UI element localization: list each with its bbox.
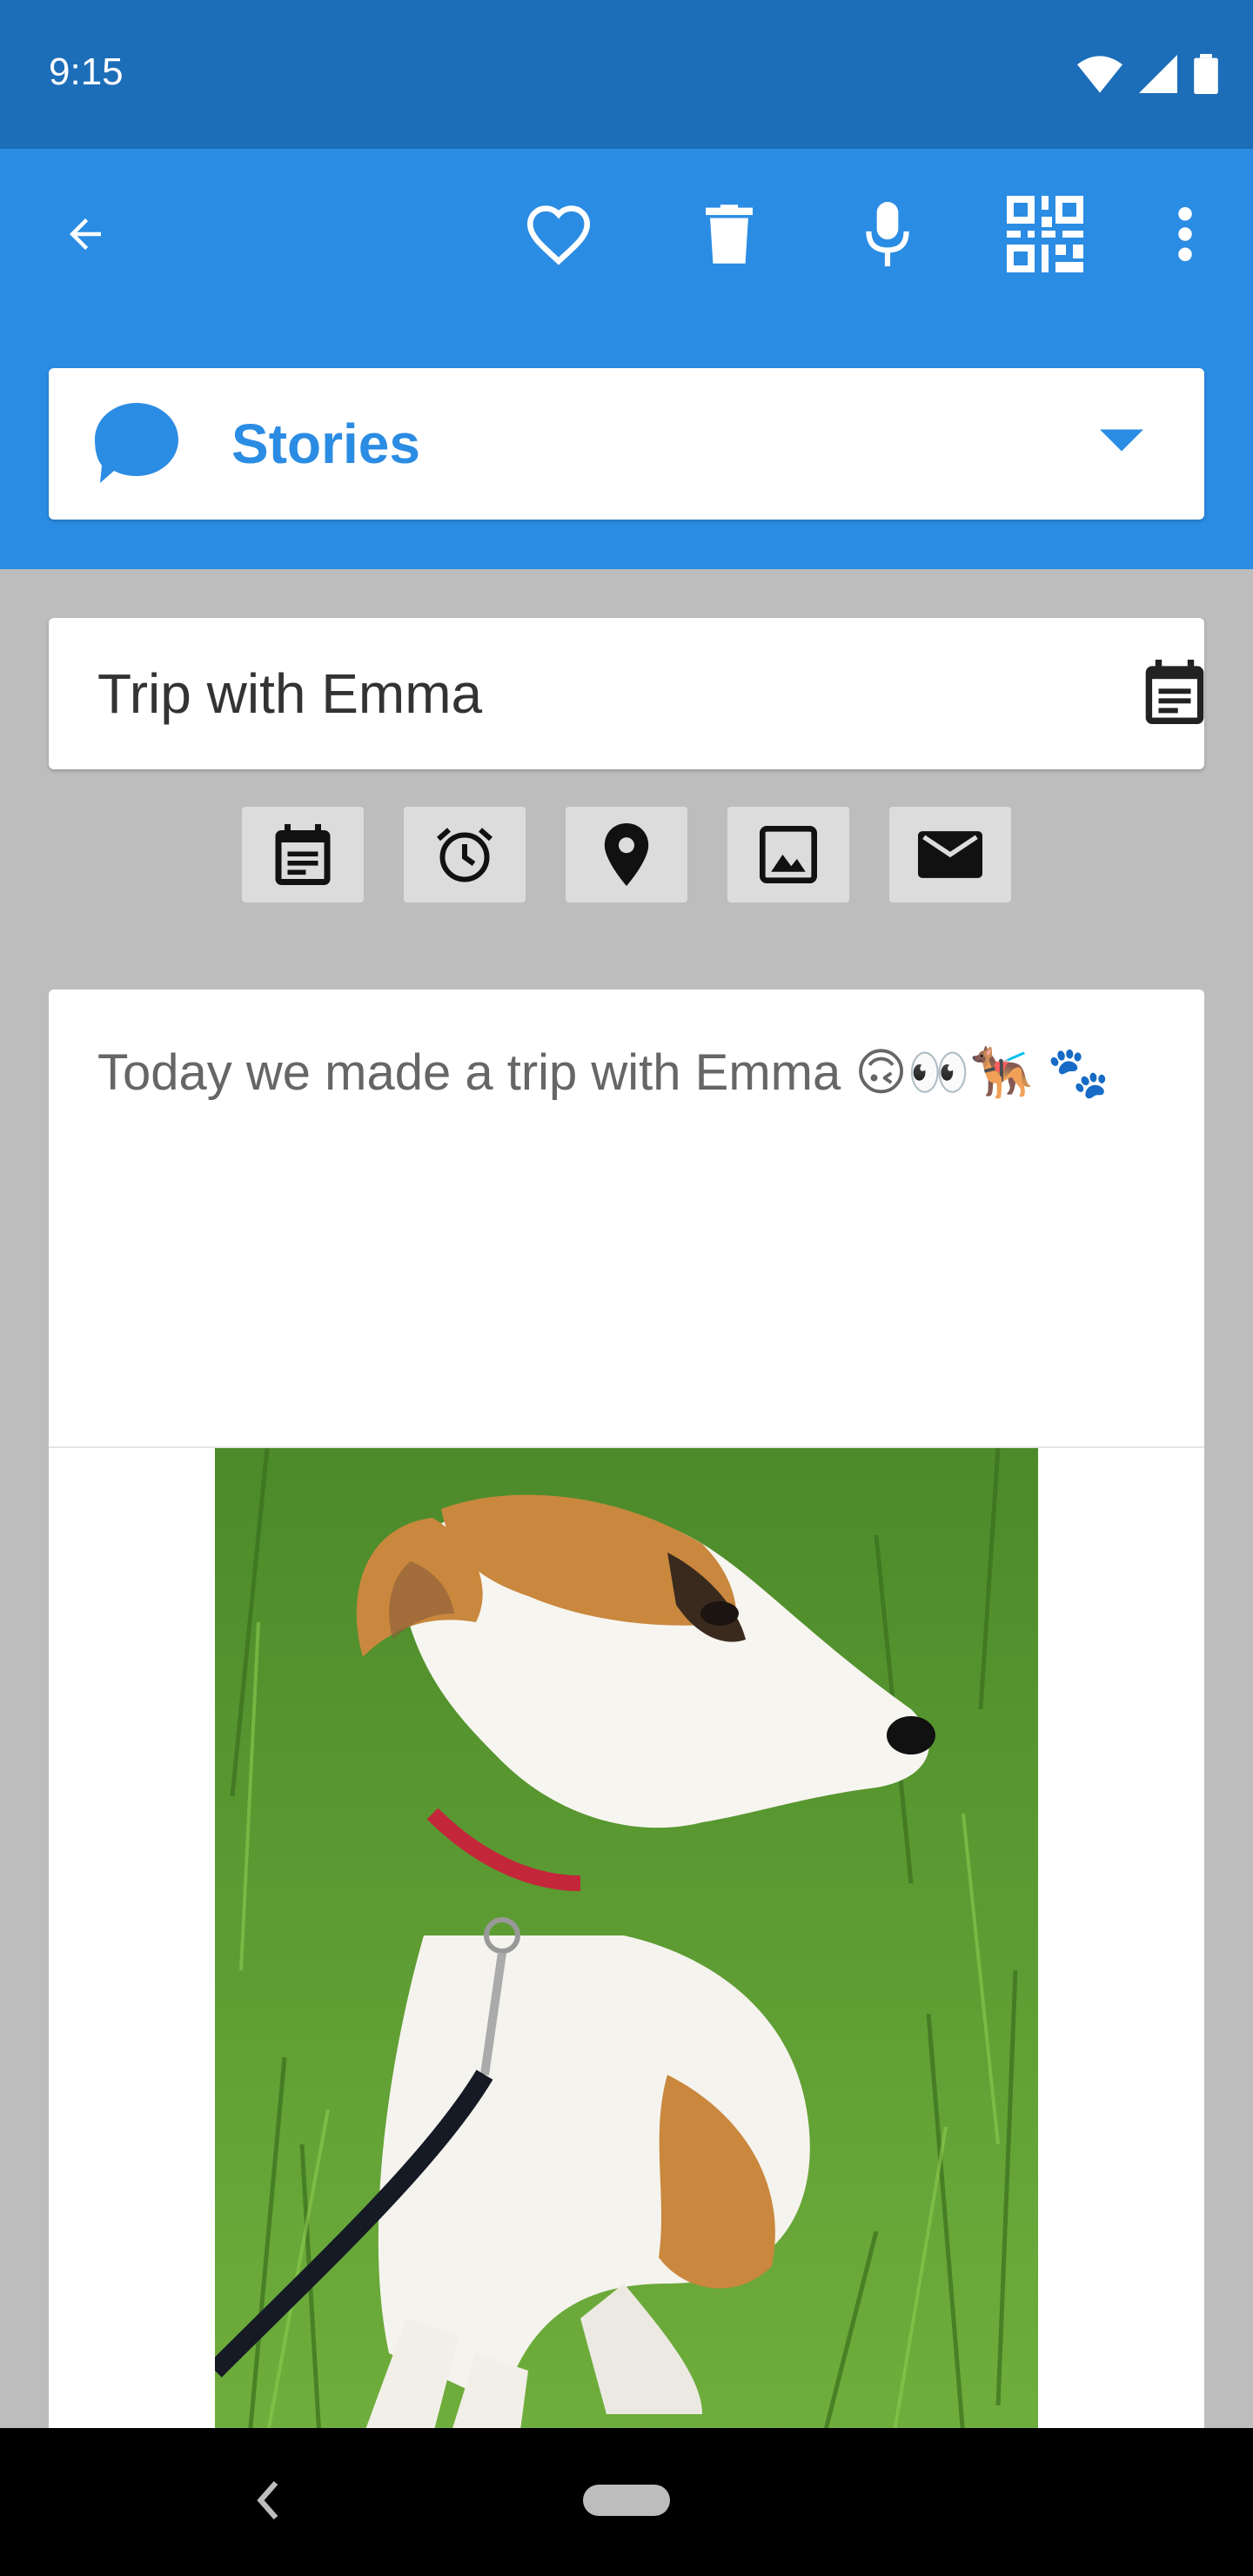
mail-tool-button[interactable] <box>889 807 1011 902</box>
trash-icon <box>706 205 753 264</box>
more-options-button[interactable] <box>1133 182 1237 286</box>
alarm-tool-button[interactable] <box>404 807 526 902</box>
attachment-toolbar <box>242 807 1011 902</box>
image-tool-button[interactable] <box>727 807 849 902</box>
calendar-tool-button[interactable] <box>242 807 364 902</box>
qr-button[interactable] <box>993 182 1097 286</box>
battery-icon <box>1194 54 1218 94</box>
dog-photo-image <box>215 1448 1038 2437</box>
heart-outline-icon <box>526 205 591 265</box>
note-content-card: Today we made a trip with Emma 🙃👀🐕‍🦺 🐾 <box>49 989 1204 2576</box>
mail-icon <box>918 831 982 878</box>
mic-button[interactable] <box>835 182 940 286</box>
note-body[interactable]: Today we made a trip with Emma 🙃👀🐕‍🦺 🐾 <box>97 1038 1159 1108</box>
arrow-left-icon <box>70 218 101 250</box>
calendar-icon <box>275 824 331 885</box>
alarm-icon <box>437 828 492 882</box>
event-note-icon[interactable] <box>1145 660 1204 724</box>
nav-home-pill[interactable] <box>583 2485 670 2516</box>
location-pin-icon <box>604 823 649 886</box>
microphone-icon <box>866 202 909 266</box>
image-icon <box>760 826 817 883</box>
status-time: 9:15 <box>49 50 124 93</box>
more-vertical-icon <box>1178 207 1192 261</box>
speech-bubble-icon <box>95 403 178 483</box>
status-icons <box>1077 54 1218 94</box>
delete-button[interactable] <box>677 182 781 286</box>
category-dropdown[interactable]: Stories <box>49 368 1204 520</box>
status-bar: 9:15 <box>0 0 1253 149</box>
favorite-button[interactable] <box>506 182 611 286</box>
note-title[interactable]: Trip with Emma <box>97 661 482 726</box>
back-button[interactable] <box>33 182 137 286</box>
nav-back-icon[interactable] <box>254 2479 280 2522</box>
title-field[interactable]: Trip with Emma <box>49 618 1204 769</box>
category-label: Stories <box>231 413 420 475</box>
location-tool-button[interactable] <box>566 807 687 902</box>
qr-code-icon <box>1007 196 1083 272</box>
dog-photo[interactable] <box>215 1448 1038 2437</box>
dropdown-arrow-icon <box>1100 429 1143 452</box>
wifi-icon <box>1077 56 1122 93</box>
signal-icon <box>1139 55 1177 93</box>
